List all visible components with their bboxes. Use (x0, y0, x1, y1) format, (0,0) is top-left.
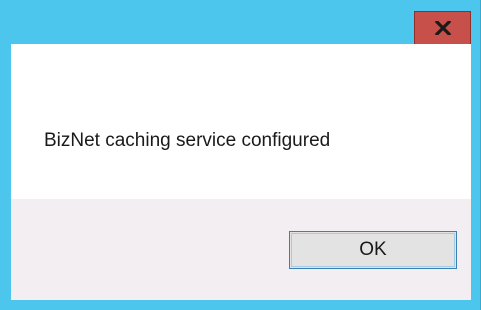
title-bar[interactable] (0, 0, 481, 44)
ok-button[interactable]: OK (289, 231, 457, 269)
close-icon (434, 21, 451, 35)
dialog-content: BizNet caching service configured (11, 44, 471, 199)
dialog-footer: OK (11, 199, 471, 300)
dialog-message: BizNet caching service configured (44, 130, 331, 151)
close-button[interactable] (414, 11, 471, 44)
message-dialog: BizNet caching service configured OK (0, 0, 481, 310)
